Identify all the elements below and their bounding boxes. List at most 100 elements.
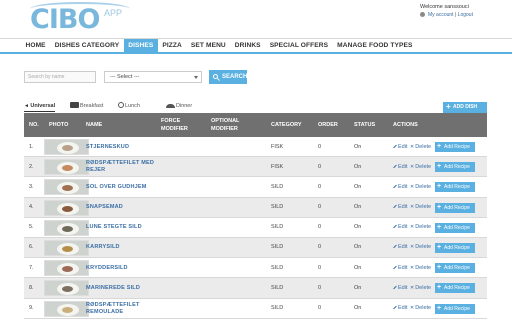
dish-category: SILD	[271, 284, 284, 291]
dish-order: 0	[318, 284, 322, 291]
delete-label: Delete	[415, 204, 432, 211]
row-number: 9.	[29, 305, 34, 311]
tab-dinner[interactable]: Dinner	[166, 101, 192, 112]
edit-link[interactable]: Edit	[393, 265, 407, 272]
add-recipe-button[interactable]: + Add Recipe	[435, 263, 475, 274]
tab-universal[interactable]: ◄ Universal	[24, 101, 56, 112]
edit-link[interactable]: Edit	[393, 285, 407, 292]
add-recipe-button[interactable]: + Add Recipe	[435, 202, 475, 213]
col-no: NO.	[29, 122, 39, 128]
tab-breakfast[interactable]: Breakfast	[70, 101, 103, 112]
food-shape	[62, 245, 73, 252]
dish-name-link[interactable]: STJERNESKUD	[86, 144, 129, 151]
dish-order: 0	[318, 305, 322, 311]
pencil-icon	[393, 144, 397, 148]
delete-icon: ✕	[410, 163, 415, 170]
dish-name-link[interactable]: MARINEREDE SILD	[86, 285, 140, 292]
category-select[interactable]: --- Select ---	[104, 71, 202, 83]
add-recipe-button[interactable]: + Add Recipe	[435, 242, 475, 253]
pencil-icon	[393, 285, 397, 290]
pencil-icon	[393, 164, 397, 168]
nav-item-drinks[interactable]: DRINKS	[230, 39, 265, 52]
pencil-icon	[393, 184, 397, 189]
plus-icon: +	[437, 243, 442, 251]
tab-lunch[interactable]: Lunch	[118, 101, 140, 112]
dish-name-link[interactable]: SOL OVER GUDHJEM	[86, 184, 147, 191]
add-dish-button[interactable]: + ADD DISH	[443, 102, 487, 113]
row-number: 3.	[29, 183, 34, 190]
delete-link[interactable]: ✕Delete	[410, 244, 431, 251]
edit-label: Edit	[398, 264, 408, 271]
add-recipe-button[interactable]: + Add Recipe	[435, 182, 475, 193]
dish-name-link[interactable]: LUNE STEGTE SILD	[86, 224, 142, 231]
edit-link[interactable]: Edit	[393, 164, 407, 171]
dish-order: 0	[318, 143, 322, 150]
add-recipe-label: Add Recipe	[444, 244, 470, 251]
delete-link[interactable]: ✕Delete	[410, 285, 431, 292]
dish-photo	[44, 280, 89, 297]
dish-category: SILD	[271, 204, 284, 211]
plus-icon: +	[437, 163, 442, 171]
lunch-icon	[118, 102, 124, 108]
nav-item-set-menu[interactable]: SET MENU	[186, 39, 230, 52]
edit-link[interactable]: Edit	[393, 144, 407, 151]
dish-photo	[44, 199, 89, 216]
table-row: 8. MARINEREDE SILD SILD 0 On Edit ✕Delete + Add …	[24, 278, 487, 299]
col-photo: PHOTO	[49, 122, 69, 128]
delete-link[interactable]: ✕Delete	[410, 204, 431, 211]
edit-link[interactable]: Edit	[393, 305, 407, 312]
tab-label: Universal	[30, 103, 56, 109]
add-recipe-label: Add Recipe	[444, 204, 470, 211]
delete-icon: ✕	[410, 183, 415, 190]
add-dish-label: ADD DISH	[453, 104, 478, 110]
edit-link[interactable]: Edit	[393, 184, 407, 191]
nav-item-dishes-category[interactable]: DISHES CATEGORY	[50, 39, 124, 52]
add-recipe-button[interactable]: + Add Recipe	[435, 162, 475, 173]
dish-name-link[interactable]: RØDSPÆTTEFILET REMOULADE	[86, 302, 161, 316]
food-shape	[62, 306, 73, 313]
nav-item-home[interactable]: HOME	[21, 39, 50, 52]
dish-status: On	[354, 204, 362, 211]
food-shape	[62, 205, 73, 212]
main-nav: HOME DISHES CATEGORY DISHES PIZZA SET MENU DR…	[0, 38, 512, 54]
nav-item-special-offers[interactable]: SPECIAL OFFERS	[265, 39, 332, 52]
add-recipe-button[interactable]: + Add Recipe	[435, 142, 475, 152]
dish-category: SILD	[271, 305, 284, 311]
dish-name-link[interactable]: KARRYSILD	[86, 244, 120, 251]
delete-label: Delete	[415, 264, 432, 271]
breakfast-icon	[70, 102, 79, 108]
delete-link[interactable]: ✕Delete	[410, 164, 431, 171]
add-recipe-button[interactable]: + Add Recipe	[435, 303, 475, 314]
delete-link[interactable]: ✕Delete	[410, 224, 431, 231]
nav-item-dishes[interactable]: DISHES	[123, 39, 158, 52]
edit-link[interactable]: Edit	[393, 204, 407, 211]
search-input[interactable]	[24, 71, 96, 83]
food-shape	[62, 145, 73, 151]
edit-label: Edit	[398, 244, 408, 251]
tab-label: Dinner	[176, 103, 193, 109]
delete-link[interactable]: ✕Delete	[410, 305, 431, 312]
dish-name-link[interactable]: SNAPSEMAD	[86, 204, 123, 211]
dish-name-link[interactable]: RØDSPÆTTEFILET MED REJER	[86, 160, 161, 174]
add-recipe-button[interactable]: + Add Recipe	[435, 222, 475, 233]
delete-link[interactable]: ✕Delete	[410, 144, 431, 151]
row-number: 7.	[29, 264, 34, 271]
delete-label: Delete	[415, 183, 432, 190]
nav-item-manage-food-types[interactable]: MANAGE FOOD TYPES	[333, 39, 417, 52]
nav-item-pizza[interactable]: PIZZA	[158, 39, 187, 52]
logout-link[interactable]: Logout	[458, 12, 473, 18]
delete-link[interactable]: ✕Delete	[410, 265, 431, 272]
delete-label: Delete	[415, 305, 432, 311]
delete-link[interactable]: ✕Delete	[410, 184, 431, 191]
edit-label: Edit	[398, 284, 408, 291]
add-recipe-button[interactable]: + Add Recipe	[435, 283, 475, 294]
row-number: 5.	[29, 224, 34, 231]
search-button[interactable]: SEARCH	[209, 70, 247, 84]
dish-name-link[interactable]: KRYDDERSILD	[86, 265, 128, 272]
col-name: NAME	[86, 122, 103, 128]
edit-link[interactable]: Edit	[393, 224, 407, 231]
search-icon	[213, 74, 218, 79]
my-account-link[interactable]: My account	[428, 12, 454, 18]
edit-link[interactable]: Edit	[393, 244, 407, 251]
table-row: 1. STJERNESKUD FISK 0 On Edit ✕Delete + Add Reci…	[24, 137, 487, 158]
